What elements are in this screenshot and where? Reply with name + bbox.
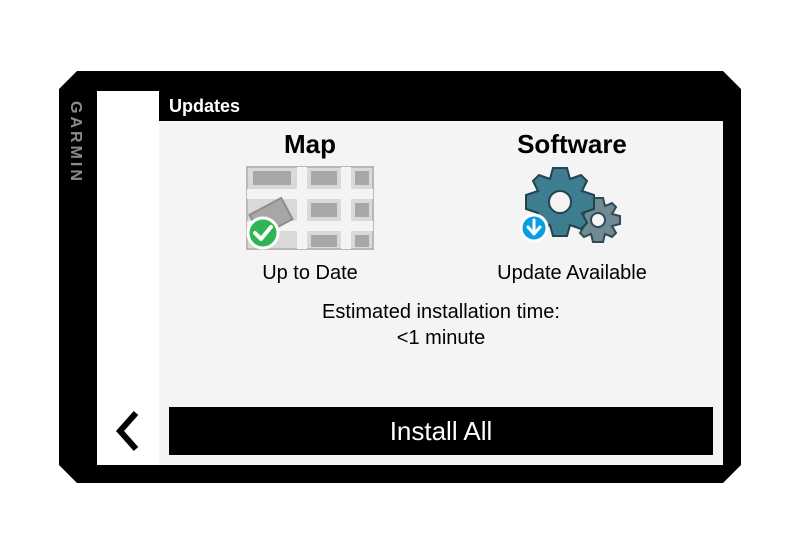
content-area: Map: [159, 121, 723, 465]
tile-map-title: Map: [179, 129, 441, 160]
brand-label: GARMIN: [65, 101, 85, 221]
chevron-left-icon: [115, 411, 141, 456]
tile-map-status: Up to Date: [179, 262, 441, 285]
install-estimate-label: Estimated installation time:: [322, 301, 560, 323]
install-estimate: Estimated installation time: <1 minute: [159, 299, 723, 351]
screen: Updates Map: [97, 91, 723, 465]
gear-icon: [512, 162, 632, 259]
tile-software-title: Software: [441, 129, 703, 160]
install-all-button[interactable]: Install All: [169, 407, 713, 455]
map-icon: [245, 165, 375, 256]
install-estimate-value: <1 minute: [397, 327, 485, 349]
left-sidebar: [97, 91, 159, 465]
device-bezel: GARMIN Updates Map: [59, 71, 741, 483]
back-button[interactable]: [103, 405, 153, 461]
tile-software-status: Update Available: [441, 262, 703, 285]
page-title: Updates: [159, 91, 723, 121]
tile-map[interactable]: Map: [179, 127, 441, 285]
tile-software[interactable]: Software: [441, 127, 703, 285]
